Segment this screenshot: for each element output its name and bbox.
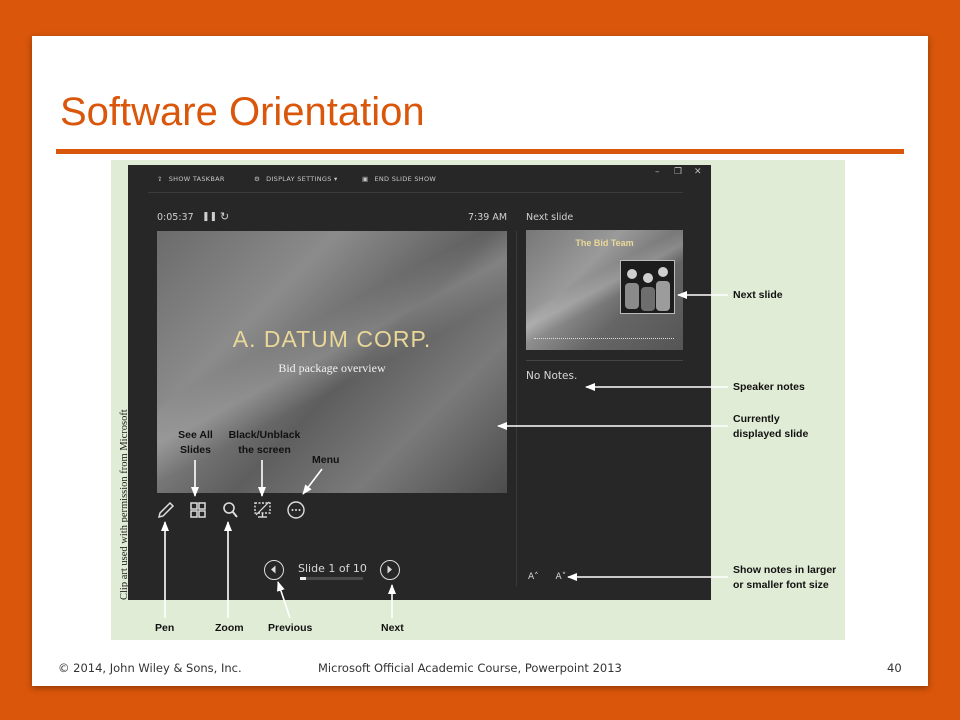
callout-speaker-notes: Speaker notes: [733, 381, 805, 393]
callout-font-size: Show notes in larger or smaller font siz…: [733, 564, 837, 591]
callout-black-unblack: Black/Unblack the screen: [228, 429, 301, 456]
pane-divider: [516, 231, 517, 586]
footer-course: Microsoft Official Academic Course, Powe…: [318, 661, 622, 675]
callout-see-all-slides: See All Slides: [178, 429, 213, 456]
pen-icon[interactable]: [156, 501, 176, 519]
close-button[interactable]: ✕: [694, 167, 702, 177]
elapsed-timer: 0:05:37: [157, 212, 194, 223]
clock: 7:39 AM: [468, 212, 508, 223]
toolbar-divider: [148, 192, 683, 193]
callout-pen: Pen: [155, 622, 175, 634]
notes-divider: [526, 360, 683, 361]
callout-zoom: Zoom: [215, 622, 244, 634]
reset-timer-button[interactable]: ↻: [220, 210, 229, 223]
footer-copyright: © 2014, John Wiley & Sons, Inc.: [58, 661, 242, 675]
team-photo: [620, 260, 675, 314]
next-slide-preview[interactable]: The Bid Team: [526, 230, 683, 350]
show-taskbar-button[interactable]: ⇪ SHOW TASKBAR: [157, 175, 225, 183]
notes-font-buttons: A˄ A˅: [528, 572, 580, 582]
slide-title: Software Orientation: [60, 90, 425, 134]
callout-next-slide: Next slide: [733, 289, 783, 301]
presenter-view-window: ⇪ SHOW TASKBAR ⚙ DISPLAY SETTINGS ▾ ▣ END S…: [128, 165, 711, 600]
previous-icon: [271, 565, 276, 574]
callout-currently-displayed: Currently displayed slide: [733, 413, 809, 440]
title-rule: [56, 149, 904, 154]
current-slide-title: A. DATUM CORP.: [232, 326, 432, 352]
black-screen-icon[interactable]: [253, 501, 273, 519]
decrease-font-button[interactable]: A˅: [556, 572, 567, 582]
next-slide-button[interactable]: [380, 560, 400, 580]
pause-timer-button[interactable]: ❚❚: [202, 212, 217, 222]
speaker-notes[interactable]: No Notes.: [526, 370, 577, 382]
minimize-button[interactable]: –: [655, 167, 660, 177]
next-slide-label: Next slide: [526, 212, 574, 223]
next-icon: [387, 565, 392, 574]
previous-slide-button[interactable]: [264, 560, 284, 580]
end-slide-show-button[interactable]: ▣ END SLIDE SHOW: [362, 175, 436, 183]
display-settings-icon: ⚙: [254, 175, 261, 183]
display-settings-button[interactable]: ⚙ DISPLAY SETTINGS ▾: [254, 175, 338, 183]
next-slide-title: The Bid Team: [575, 238, 634, 248]
callout-next: Next: [381, 622, 404, 634]
menu-icon[interactable]: [286, 501, 306, 519]
end-show-icon: ▣: [362, 175, 369, 183]
callout-menu: Menu: [312, 454, 340, 466]
see-all-slides-icon[interactable]: [189, 501, 209, 519]
slide-progress-bar: [300, 577, 363, 580]
zoom-icon[interactable]: [221, 501, 241, 519]
taskbar-icon: ⇪: [157, 175, 163, 183]
current-slide-subtitle: Bid package overview: [278, 361, 386, 375]
restore-button[interactable]: ❐: [674, 167, 682, 177]
increase-font-button[interactable]: A˄: [528, 572, 539, 582]
footer-page-number: 40: [887, 661, 902, 675]
callout-previous: Previous: [268, 622, 313, 634]
slide-counter: Slide 1 of 10: [298, 562, 367, 575]
